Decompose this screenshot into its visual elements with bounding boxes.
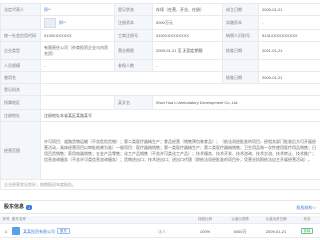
company-profile-page: 法定代表人 邢** 登记状态 存续（在营、开业、在册） 成立日期 2009-01… [0, 0, 320, 240]
header-date: 认缴出资日期 [265, 217, 287, 221]
info-row: 人员规模 - 参保人数 - [0, 59, 320, 72]
info-row: 统一社会信用代码 9133XXXXXXX 工商注册号 3100XXXXXXXXX… [0, 29, 320, 42]
table-row[interactable]: 1 某某投资有限公司 股东 法人 100% 5000万 2009-01-21 存… [0, 225, 320, 238]
info-label: 法定代表人 [0, 3, 41, 16]
investors-table-header: 序号 股东名称 持股比例 认缴出资额 认缴出资日期 状态 [0, 216, 320, 224]
info-row: 邢** 注册资本 5000万元 实缴资本 - [0, 15, 320, 30]
company-type-value: 有限责任公司（外商投资企业与内资合资） [40, 41, 115, 60]
investor-tag: 股东 [57, 228, 70, 234]
taxpayer-id-value: 9131XXXXXXXXXX [258, 29, 320, 42]
investor-type: 法人 [158, 228, 166, 234]
credit-code-value: 9133XXXXXXX [40, 29, 115, 42]
english-name-value: Wuxi Hua Li Ambulatory Development Co.,L… [152, 95, 320, 110]
reg-authority-value [40, 83, 320, 96]
info-label: 经营范围 [0, 121, 41, 180]
staff-size-value: - [40, 59, 115, 72]
extra-note: 企业经营状况良好，按期报送年度报告。 [0, 179, 320, 190]
reg-status-value: 存续（在营、开业、在册） [152, 3, 223, 16]
approval-date-value: 2009-01-21 [258, 71, 320, 84]
info-label: 登记机关 [0, 83, 41, 96]
business-term-value: 2009-01-21 至 无固定期限 [152, 41, 223, 60]
approval-date-value: 2021-01-21 [258, 41, 320, 60]
info-row: 经营范围 许可项目：道路货物运输（不含危险货物）；第二类医疗器械生产；食品经营（… [0, 121, 320, 180]
empty-value [258, 59, 320, 72]
info-label: 人员规模 [0, 59, 41, 72]
info-label: 统一社会信用代码 [0, 29, 41, 42]
info-label [0, 15, 41, 30]
share-ratio: 100% [199, 228, 211, 234]
info-row: 曾用名 核准日期 2009-01-21 [0, 71, 320, 84]
header-amount: 认缴出资额 [231, 217, 249, 221]
info-label: 注册地址 [0, 109, 41, 122]
info-row: 法定代表人 邢** 登记状态 存续（在营、开业、在册） 成立日期 2009-01… [0, 3, 320, 16]
info-label: 企业类型 [0, 41, 41, 60]
info-label: 实缴资本 [222, 15, 259, 30]
info-label: 营业期限 [114, 41, 153, 60]
info-row: 登记机关 [0, 83, 320, 96]
info-label: 工商注册号 [114, 29, 153, 42]
avatar [12, 227, 20, 235]
business-scope-value: 许可项目：道路货物运输（不含危险货物）；第二类医疗器械生产；食品经营（销售预包装… [40, 121, 320, 180]
info-label: 曾用名 [0, 71, 41, 84]
info-row: 企业类型 有限责任公司（外商投资企业与内资合资） 营业期限 2009-01-21… [0, 41, 320, 60]
subscribed-amount: 5000万 [233, 228, 247, 234]
region-value [40, 95, 115, 110]
info-label: 所属地区 [0, 95, 41, 110]
info-row: 注册地址 注册地址本省某区某路某号 [0, 109, 320, 122]
info-label: 核准日期 [222, 41, 259, 60]
info-label: 参保人数 [114, 59, 153, 72]
row-index: 1 [4, 228, 8, 234]
header-name: 股东名称 [12, 217, 26, 221]
legal-rep-detail[interactable]: 邢** [40, 15, 115, 30]
info-label: 注册资本 [114, 15, 153, 30]
header-index: 序号 [2, 217, 10, 221]
section-count-badge: 1 [26, 204, 33, 210]
reg-number-value: 3100XXXXXXXXX [152, 29, 223, 42]
info-row: 企业经营状况良好，按期报送年度报告。 [0, 179, 320, 190]
info-label: 英文名 [114, 95, 153, 110]
status-badge: 存续 [301, 227, 313, 235]
paid-capital-value: - [258, 15, 320, 30]
investors-section-header: 股东信息 1 股权结构 > [0, 200, 320, 214]
avatar [44, 17, 56, 28]
business-info-table: 法定代表人 邢** 登记状态 存续（在营、开业、在册） 成立日期 2009-01… [0, 3, 320, 190]
former-name-value [40, 71, 223, 84]
section-title: 股东信息 [4, 203, 25, 210]
investor-name[interactable]: 某某投资有限公司 [23, 229, 55, 234]
legal-rep-value[interactable]: 邢** [40, 3, 115, 16]
info-row: 所属地区 英文名 Wuxi Hua Li Ambulatory Developm… [0, 95, 320, 110]
insured-count-value: - [152, 59, 223, 72]
header-status: 状态 [303, 217, 311, 221]
info-label: 核准日期 [222, 71, 259, 84]
investor-name-cell[interactable]: 某某投资有限公司 股东 [12, 227, 158, 235]
subscribed-date: 2009-01-21 [265, 228, 287, 234]
founded-date-value: 2009-01-21 [258, 3, 320, 16]
header-ratio: 持股比例 [198, 217, 212, 221]
info-label: 成立日期 [222, 3, 259, 16]
equity-structure-link[interactable]: 股权结构 > [297, 205, 316, 210]
reg-address-value[interactable]: 注册地址本省某区某路某号 [40, 109, 320, 122]
reg-capital-value: 5000万元 [152, 15, 223, 30]
info-label: 纳税人识别号 [222, 29, 259, 42]
status-cell: 存续 [294, 227, 320, 235]
info-label: 登记状态 [114, 3, 153, 16]
info-label [222, 59, 259, 72]
